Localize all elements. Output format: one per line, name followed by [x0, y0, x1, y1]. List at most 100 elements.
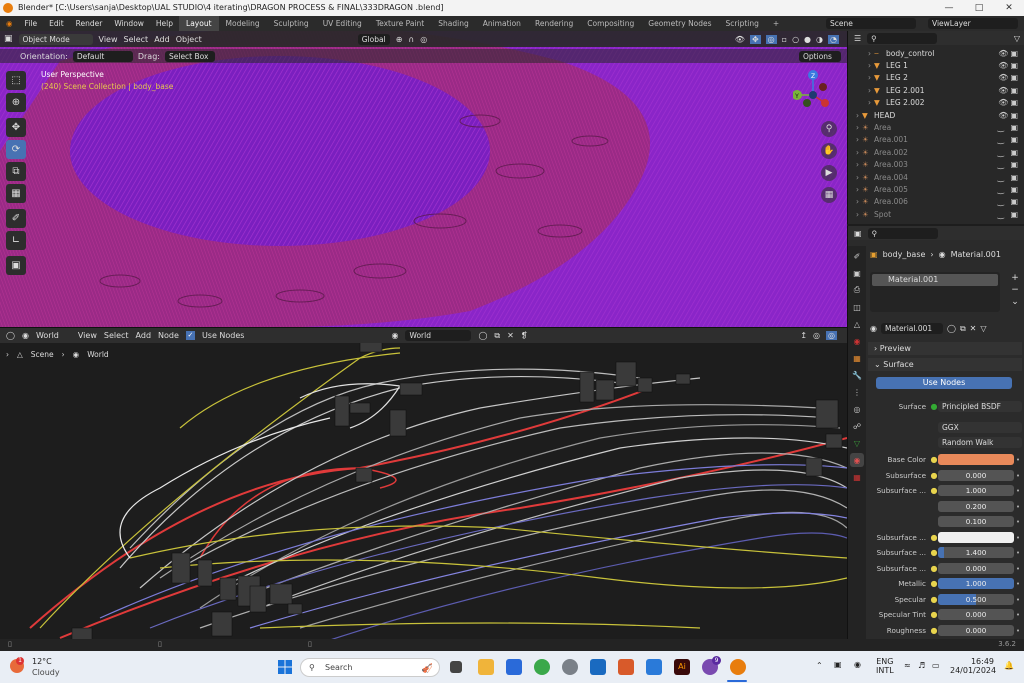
browser-app-icon[interactable]: 9 [702, 656, 721, 675]
xray-icon[interactable]: ▫ [782, 35, 787, 44]
value-slider[interactable]: 0.200 [938, 500, 1014, 512]
expand-arrow-icon[interactable]: › [848, 210, 862, 219]
keyframe-dot-icon[interactable]: • [1014, 595, 1022, 604]
distribution-selector[interactable]: GGX [938, 422, 1022, 433]
menu-window[interactable]: Window [108, 19, 150, 28]
camera-view-icon[interactable]: ▶ [821, 165, 837, 181]
visibility-eye-icon[interactable]: ‿ ▣ [997, 135, 1020, 144]
keyframe-dot-icon[interactable]: • [1014, 471, 1022, 480]
tab-layout[interactable]: Layout [179, 16, 219, 31]
tab-scripting[interactable]: Scripting [719, 16, 766, 31]
tab-sculpting[interactable]: Sculpting [267, 16, 316, 31]
file-explorer-icon[interactable] [478, 659, 494, 675]
material-slot-list[interactable]: Material.001 [870, 272, 1000, 312]
output-tab-icon[interactable]: ⎙ [850, 283, 864, 297]
editor-type-icon[interactable]: ▣ [4, 34, 13, 44]
shader-type-selector[interactable]: World [36, 331, 59, 340]
visibility-eye-icon[interactable]: ‿ ▣ [997, 185, 1020, 194]
keyframe-dot-icon[interactable]: • [1014, 502, 1022, 511]
snap-node-icon[interactable]: ◎ [813, 331, 820, 340]
visibility-eye-icon[interactable]: ‿ ▣ [997, 160, 1020, 169]
options-button[interactable]: Options [799, 50, 841, 62]
expand-arrow-icon[interactable]: › [848, 86, 874, 95]
surface-shader-selector[interactable]: Principled BSDF [938, 401, 1022, 412]
visibility-eye-icon[interactable]: ‿ ▣ [997, 173, 1020, 182]
scene-selector[interactable]: Scene [826, 18, 916, 29]
render-tab-icon[interactable]: ▣ [850, 266, 864, 280]
node-menu-add[interactable]: Add [136, 331, 152, 340]
visibility-eye-icon[interactable]: 👁▣ [998, 61, 1020, 70]
node-editor[interactable]: ◯ ◉ World View Select Add Node ✓ Use Nod… [0, 327, 847, 639]
pan-hand-icon[interactable]: ✋ [821, 143, 837, 159]
visibility-icon[interactable]: 👁 [735, 35, 745, 44]
select-box-tool-icon[interactable]: ⬚ [6, 71, 26, 90]
shading-solid-icon[interactable]: ● [804, 35, 811, 44]
expand-arrow-icon[interactable]: › [848, 148, 862, 157]
store-icon[interactable] [506, 659, 522, 675]
3d-viewport[interactable]: ▣ Object Mode View Select Add Object Glo… [0, 31, 847, 327]
visibility-eye-icon[interactable]: 👁▣ [998, 86, 1020, 95]
measure-tool-icon[interactable]: ∟ [6, 231, 26, 250]
gizmo-toggle-icon[interactable]: ✥ [749, 34, 761, 44]
outliner-item[interactable]: › ☀ Area.006 ‿ ▣ [848, 196, 1024, 208]
view-layer-tab-icon[interactable]: ◫ [850, 300, 864, 314]
scene-tab-icon[interactable]: △ [850, 317, 864, 331]
material-slot-item[interactable]: Material.001 [872, 274, 998, 286]
duplicate-material-icon[interactable]: ⧉ [960, 324, 966, 334]
value-slider[interactable]: 0.000 [938, 624, 1014, 636]
tab-geometry-nodes[interactable]: Geometry Nodes [641, 16, 718, 31]
visibility-eye-icon[interactable]: ‿ ▣ [997, 123, 1020, 132]
blender-menu-icon[interactable]: ◉ [0, 19, 19, 28]
use-nodes-button[interactable]: Use Nodes [876, 377, 1012, 389]
data-tab-icon[interactable]: ▽ [850, 436, 864, 450]
language-indicator[interactable]: ENG INTL [876, 657, 894, 675]
zoom-icon[interactable]: ⚲ [821, 121, 837, 137]
cursor-tool-icon[interactable]: ⊕ [6, 93, 26, 112]
world-datablock-field[interactable]: World [405, 330, 472, 341]
maximize-button[interactable]: □ [964, 0, 994, 16]
annotate-tool-icon[interactable]: ✐ [6, 209, 26, 228]
tab-compositing[interactable]: Compositing [580, 16, 641, 31]
chrome-icon[interactable] [534, 659, 550, 675]
expand-arrow-icon[interactable]: › [848, 111, 862, 120]
tray-app-icon-2[interactable]: ◉ [854, 660, 861, 669]
visibility-eye-icon[interactable]: ‿ ▣ [997, 197, 1020, 206]
visibility-eye-icon[interactable]: ‿ ▣ [997, 148, 1020, 157]
blender-taskbar-icon[interactable] [730, 659, 746, 675]
navigation-gizmo[interactable]: Z Y [793, 69, 833, 129]
menu-help[interactable]: Help [150, 19, 179, 28]
slot-menu-icon[interactable]: ⌄ [1010, 296, 1020, 308]
notifications-bell-icon[interactable]: 🔔 [1004, 661, 1014, 670]
unlink-material-icon[interactable]: ✕ [970, 324, 977, 333]
value-slider[interactable]: 0.000 [938, 562, 1014, 574]
remove-slot-button[interactable]: − [1010, 284, 1020, 296]
outliner-item[interactable]: › ▼ LEG 2 👁▣ [848, 72, 1024, 84]
menu-edit[interactable]: Edit [43, 19, 70, 28]
keyframe-dot-icon[interactable]: • [1014, 579, 1022, 588]
pivot-icon[interactable]: ⊕ [396, 35, 403, 44]
value-slider[interactable]: 1.000 [938, 578, 1014, 589]
outliner-item[interactable]: › ☀ Area.005 ‿ ▣ [848, 183, 1024, 195]
powerpoint-icon[interactable] [618, 659, 634, 675]
visibility-eye-icon[interactable]: 👁▣ [998, 49, 1020, 58]
battery-icon[interactable]: ▭ [932, 661, 940, 670]
viewport-menu-object[interactable]: Object [176, 35, 202, 44]
expand-arrow-icon[interactable]: › [848, 98, 874, 107]
expand-arrow-icon[interactable]: › [848, 49, 874, 58]
value-slider[interactable]: 0.000 [938, 469, 1014, 481]
color-swatch[interactable] [938, 531, 1014, 543]
visibility-eye-icon[interactable]: 👁▣ [998, 98, 1020, 107]
visibility-eye-icon[interactable]: ‿ ▣ [997, 210, 1020, 219]
pin-icon[interactable]: ❡ [521, 331, 528, 340]
expand-arrow-icon[interactable]: › [848, 73, 874, 82]
outliner-item[interactable]: › ☀ Area.004 ‿ ▣ [848, 171, 1024, 183]
overlay-toggle-icon[interactable]: ◎ [765, 34, 777, 44]
settings-gear-icon[interactable] [562, 659, 578, 675]
node-menu-select[interactable]: Select [104, 331, 129, 340]
rotate-tool-icon[interactable]: ⟳ [6, 140, 26, 159]
constraints-tab-icon[interactable]: ☍ [850, 419, 864, 433]
outliner-display-mode-icon[interactable]: ☰ [854, 34, 861, 43]
expand-arrow-icon[interactable]: › [848, 135, 862, 144]
add-cube-tool-icon[interactable]: ▣ [6, 256, 26, 275]
viewport-menu-add[interactable]: Add [154, 35, 170, 44]
